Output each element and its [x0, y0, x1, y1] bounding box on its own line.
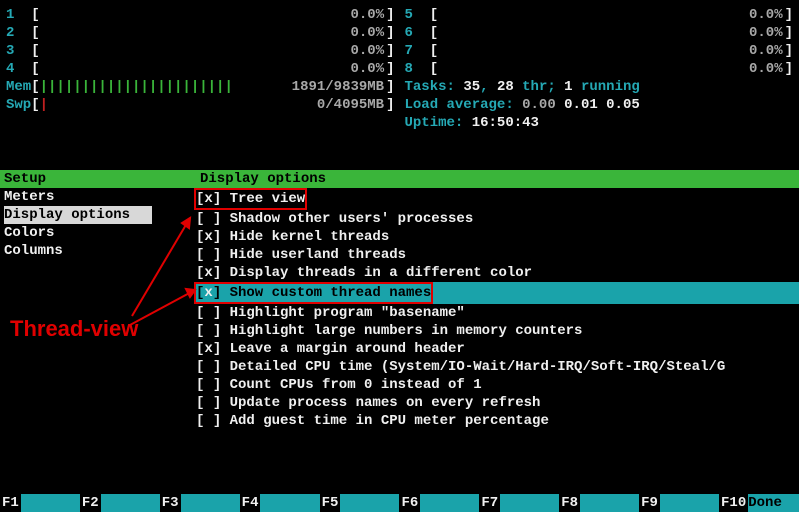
footer-f8[interactable]: F8	[559, 494, 639, 512]
footer-f5[interactable]: F5	[320, 494, 400, 512]
footer-bar: F1F2F3F4F5F6F7F8F9F10Done	[0, 494, 799, 512]
footer-f6[interactable]: F6	[399, 494, 479, 512]
footer-f1[interactable]: F1	[0, 494, 80, 512]
footer-f7[interactable]: F7	[479, 494, 559, 512]
footer-f9[interactable]: F9	[639, 494, 719, 512]
footer-f2[interactable]: F2	[80, 494, 160, 512]
footer-f10[interactable]: F10Done	[719, 494, 799, 512]
annotation-arrows	[0, 0, 799, 512]
annotation-label: Thread-view	[10, 320, 138, 338]
footer-f4[interactable]: F4	[240, 494, 320, 512]
footer-f3[interactable]: F3	[160, 494, 240, 512]
